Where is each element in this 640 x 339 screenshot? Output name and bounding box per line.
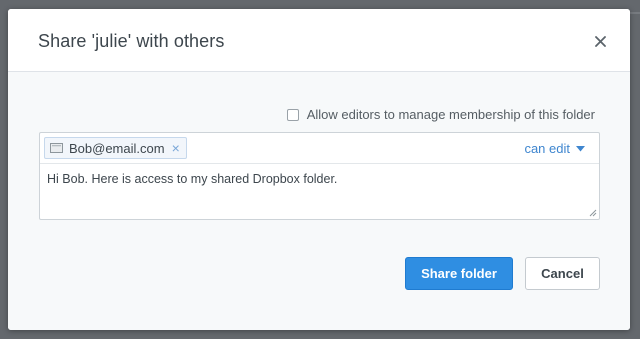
share-folder-button[interactable]: Share folder: [405, 257, 513, 290]
resize-handle-icon[interactable]: [588, 208, 597, 217]
allow-editors-checkbox[interactable]: [286, 108, 299, 121]
share-dialog: Share 'julie' with others Allow editors …: [8, 9, 630, 330]
allow-editors-option[interactable]: Allow editors to manage membership of th…: [286, 107, 595, 122]
mail-icon: [50, 143, 63, 153]
message-textarea[interactable]: Hi Bob. Here is access to my shared Drop…: [40, 165, 599, 219]
permission-dropdown[interactable]: can edit: [524, 141, 585, 156]
permission-label: can edit: [524, 141, 570, 156]
close-icon: [594, 35, 606, 47]
dialog-title: Share 'julie' with others: [38, 31, 225, 51]
recipient-email: Bob@email.com: [69, 140, 165, 156]
recipient-chip[interactable]: Bob@email.com ×: [44, 137, 187, 159]
share-form: Bob@email.com × can edit Hi Bob. Here is…: [39, 132, 600, 220]
remove-recipient-icon[interactable]: ×: [172, 141, 180, 155]
allow-editors-label: Allow editors to manage membership of th…: [306, 107, 595, 122]
close-button[interactable]: [592, 33, 608, 49]
cancel-button[interactable]: Cancel: [525, 257, 600, 290]
dialog-body: Allow editors to manage membership of th…: [8, 72, 630, 330]
recipient-field[interactable]: Bob@email.com × can edit: [40, 133, 599, 164]
dialog-header: Share 'julie' with others: [8, 9, 630, 72]
caret-down-icon: [576, 145, 585, 152]
